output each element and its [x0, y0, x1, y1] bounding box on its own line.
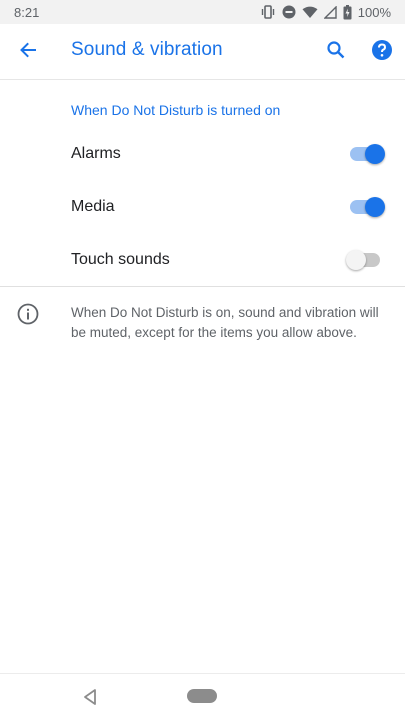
nav-back-icon[interactable] [82, 688, 98, 706]
search-icon [326, 40, 346, 65]
divider [0, 286, 405, 287]
setting-row-alarms[interactable]: Alarms [0, 128, 405, 180]
status-time: 8:21 [14, 4, 40, 20]
section-header: When Do Not Disturb is turned on [71, 102, 281, 118]
back-arrow-icon [18, 40, 38, 65]
setting-row-media[interactable]: Media [0, 181, 405, 233]
nav-home-pill[interactable] [187, 689, 217, 703]
touch-sounds-toggle[interactable] [346, 248, 386, 272]
info-text: When Do Not Disturb is on, sound and vib… [71, 305, 379, 340]
media-toggle[interactable] [346, 195, 386, 219]
setting-label: Alarms [71, 145, 121, 162]
setting-label: Touch sounds [71, 251, 170, 268]
battery-percent: 100% [357, 4, 391, 20]
alarms-toggle[interactable] [346, 142, 386, 166]
cell-signal-icon [323, 5, 337, 19]
back-button[interactable] [14, 38, 42, 66]
page-title: Sound & vibration [71, 39, 223, 60]
navigation-bar [0, 673, 405, 720]
help-icon [371, 39, 393, 66]
toggle-thumb [346, 250, 366, 270]
toggle-thumb [365, 144, 385, 164]
help-button[interactable] [368, 38, 396, 66]
battery-charging-icon [343, 4, 352, 20]
setting-label: Media [71, 198, 115, 215]
toggle-thumb [365, 197, 385, 217]
vibrate-icon [260, 5, 276, 19]
wifi-icon [302, 6, 318, 19]
app-bar: Sound & vibration [0, 24, 405, 80]
info-icon [16, 302, 40, 326]
setting-row-touch-sounds[interactable]: Touch sounds [0, 234, 405, 286]
status-icons: 100% [260, 4, 391, 20]
do-not-disturb-icon [282, 5, 296, 19]
search-button[interactable] [322, 38, 350, 66]
status-bar: 8:21 100% [0, 0, 405, 24]
